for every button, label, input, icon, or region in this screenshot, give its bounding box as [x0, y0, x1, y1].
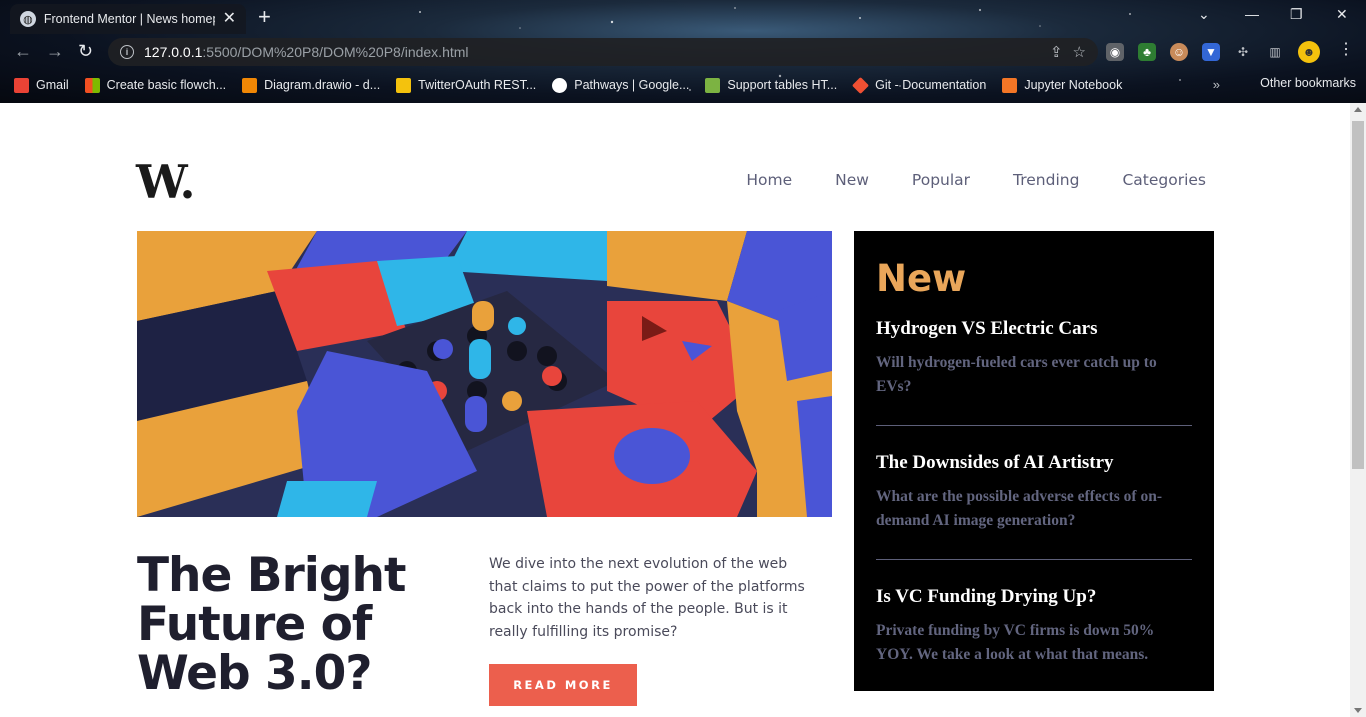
microsoft-icon — [84, 77, 100, 93]
url-text[interactable]: 127.0.0.1:5500/DOM%20P8/DOM%20P8/index.h… — [144, 44, 1040, 60]
share-icon[interactable]: ⇪ — [1050, 43, 1063, 61]
bookmark-drawio[interactable]: Diagram.drawio - d... — [242, 77, 380, 93]
close-icon[interactable]: ✕ — [223, 11, 236, 27]
scroll-down-arrow-icon[interactable] — [1354, 708, 1362, 713]
camera-extension-icon[interactable]: ◉ — [1106, 43, 1124, 61]
news-item-title[interactable]: The Downsides of AI Artistry — [876, 452, 1192, 474]
nav-categories[interactable]: Categories — [1122, 171, 1206, 189]
shield-extension-icon[interactable]: ▼ — [1202, 43, 1220, 61]
toolbar: ← → ↻ i 127.0.0.1:5500/DOM%20P8/DOM%20P8… — [0, 34, 1366, 70]
profile-avatar[interactable]: ☻ — [1298, 41, 1320, 63]
bookmark-pathways[interactable]: Pathways | Google... — [552, 77, 689, 93]
back-arrow-icon[interactable]: ← — [14, 42, 32, 60]
vertical-scrollbar[interactable] — [1350, 103, 1366, 717]
bookmarks-bar: Gmail Create basic flowch... Diagram.dra… — [0, 70, 1366, 100]
news-item[interactable]: Hydrogen VS Electric Cars Will hydrogen-… — [876, 318, 1192, 426]
side-panel-icon[interactable]: ▥ — [1266, 43, 1284, 61]
bookmark-support-tables[interactable]: Support tables HT... — [705, 77, 837, 93]
browser-chrome: ◍ Frontend Mentor | News homepage ✕ + ⌄ … — [0, 0, 1366, 103]
forward-arrow-icon[interactable]: → — [46, 42, 64, 60]
tab-title: Frontend Mentor | News homepage — [43, 12, 215, 26]
menu-dots-icon[interactable]: ⋮ — [1338, 42, 1354, 58]
tab-search-chevron-icon[interactable]: ⌄ — [1198, 6, 1210, 23]
main-nav: Home New Popular Trending Categories — [746, 171, 1206, 189]
news-item-desc: What are the possible adverse effects of… — [876, 488, 1162, 529]
nav-home[interactable]: Home — [746, 171, 792, 189]
globe-icon: ◍ — [20, 11, 36, 27]
news-item-desc: Will hydrogen-fueled cars ever catch up … — [876, 354, 1157, 395]
hero-image — [137, 231, 832, 517]
scroll-up-arrow-icon[interactable] — [1354, 107, 1362, 112]
page-viewport: W. Home New Popular Trending Categories — [0, 103, 1350, 717]
face-extension-icon[interactable]: ☺ — [1170, 43, 1188, 61]
support-tables-icon — [705, 77, 721, 93]
site-logo[interactable]: W. — [136, 155, 196, 209]
read-more-button[interactable]: READ MORE — [489, 664, 637, 706]
more-bookmarks-chevron-icon[interactable]: » — [1213, 77, 1220, 92]
bookmark-git[interactable]: Git - Documentation — [852, 76, 986, 94]
extensions-tray: ◉ ♣ ☺ ▼ ✣ ▥ ☻ — [1106, 40, 1320, 64]
news-item-title[interactable]: Hydrogen VS Electric Cars — [876, 318, 1192, 340]
other-bookmarks[interactable]: Other bookmarks — [1253, 76, 1356, 90]
drawio-icon — [242, 77, 258, 93]
git-icon — [852, 76, 870, 94]
new-articles-panel: New Hydrogen VS Electric Cars Will hydro… — [854, 231, 1214, 691]
pathways-icon — [552, 77, 568, 93]
nav-trending[interactable]: Trending — [1013, 171, 1079, 189]
reload-icon[interactable]: ↻ — [78, 42, 93, 60]
news-item[interactable]: Is VC Funding Drying Up? Private funding… — [876, 586, 1192, 693]
tree-extension-icon[interactable]: ♣ — [1138, 43, 1156, 61]
tab-strip: ◍ Frontend Mentor | News homepage ✕ + ⌄ … — [0, 0, 1366, 34]
news-item[interactable]: The Downsides of AI Artistry What are th… — [876, 452, 1192, 560]
hero-lead-text: We dive into the next evolution of the w… — [489, 556, 805, 640]
bookmark-flowchart[interactable]: Create basic flowch... — [84, 77, 226, 93]
tab-active[interactable]: ◍ Frontend Mentor | News homepage ✕ — [10, 4, 246, 34]
site-info-icon[interactable]: i — [120, 45, 134, 59]
puzzle-icon[interactable]: ✣ — [1234, 43, 1252, 61]
bookmark-gmail[interactable]: Gmail — [14, 77, 69, 93]
scrollbar-thumb[interactable] — [1352, 121, 1364, 469]
minimize-icon[interactable]: — — [1245, 6, 1259, 22]
news-item-desc: Private funding by VC firms is down 50% … — [876, 622, 1155, 663]
gmail-icon — [14, 77, 29, 93]
jupyter-icon — [1002, 77, 1018, 93]
nav-new[interactable]: New — [835, 171, 869, 189]
address-bar[interactable]: i 127.0.0.1:5500/DOM%20P8/DOM%20P8/index… — [108, 38, 1098, 66]
bookmark-twitteroauth[interactable]: TwitterOAuth REST... — [396, 77, 536, 93]
window-close-icon[interactable]: ✕ — [1336, 6, 1348, 23]
maximize-icon[interactable]: ❐ — [1290, 6, 1303, 23]
bookmark-star-icon[interactable]: ☆ — [1073, 43, 1086, 61]
new-tab-plus-icon[interactable]: + — [258, 6, 271, 28]
hero-headline: The Bright Future of Web 3.0? — [137, 548, 406, 701]
news-item-title[interactable]: Is VC Funding Drying Up? — [876, 586, 1192, 608]
qr-icon — [396, 77, 412, 93]
nav-popular[interactable]: Popular — [912, 171, 970, 189]
bookmark-jupyter[interactable]: Jupyter Notebook — [1002, 77, 1122, 93]
new-panel-title: New — [876, 257, 967, 300]
